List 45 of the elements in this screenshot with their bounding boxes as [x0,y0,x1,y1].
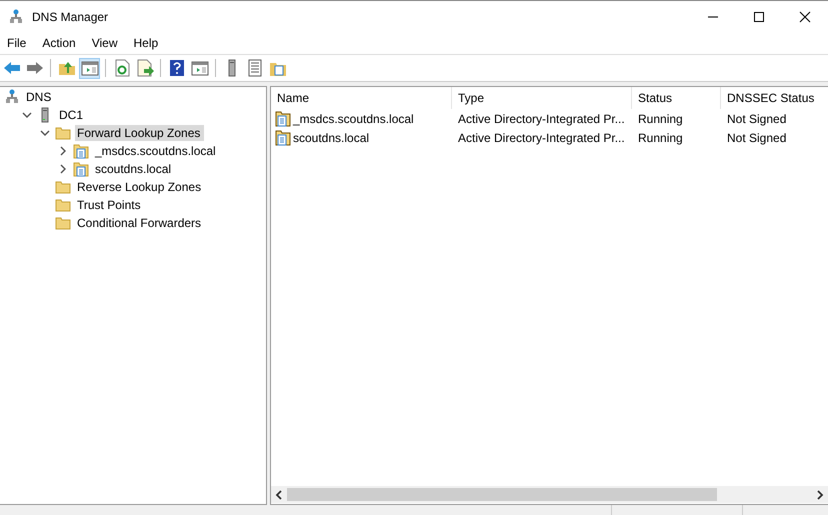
folder-icon [55,125,71,141]
network-icon [4,89,20,105]
menu-item[interactable]: File [2,36,34,50]
pane-icon[interactable] [79,58,100,78]
column-header[interactable]: DNSSEC Status [721,87,827,109]
table-cell-text: Not Signed [726,112,788,126]
table-cell-text: Running [637,130,684,144]
folder-icon [55,197,71,213]
menu-item[interactable]: Help [128,36,166,50]
folder-icon [55,179,71,195]
column-header[interactable]: Status [632,87,721,109]
maximize-icon[interactable] [753,10,765,22]
chevron-icon[interactable] [40,128,50,138]
tree-item[interactable]: DC1 [57,107,88,123]
scroll-left-icon[interactable] [275,490,283,500]
menu-item[interactable]: Action [37,36,83,50]
scrollbar-thumb[interactable] [287,488,717,501]
chevron-icon[interactable] [58,146,68,156]
column-header[interactable]: Type [452,87,632,109]
table-cell-text: Active Directory-Integrated Pr... [457,112,626,126]
tree-item[interactable]: scoutdns.local [93,161,176,177]
folder-document-icon [73,161,89,177]
tree-item[interactable]: Conditional Forwarders [75,215,206,231]
tree-item[interactable]: _msdcs.scoutdns.local [93,143,220,159]
table-cell-text: Running [637,112,684,126]
table-cell: scoutdns.local [293,130,370,144]
folder-document-icon [275,110,291,126]
table-cell: _msdcs.scoutdns.local [293,112,414,126]
chevron-icon[interactable] [58,164,68,174]
chevron-icon[interactable] [22,110,32,120]
dns-icon [8,8,24,24]
menu-item[interactable]: View [86,36,124,50]
scroll-right-icon[interactable] [816,490,824,500]
table-cell-text: Not Signed [726,130,788,144]
tree-item[interactable]: DNS [24,89,56,105]
tree-item[interactable]: Reverse Lookup Zones [75,179,206,195]
folder-document-icon [73,143,89,159]
window-title: DNS Manager [32,10,108,24]
close-icon[interactable] [799,10,811,22]
folder-icon [55,215,71,231]
column-header[interactable]: Name [271,87,452,109]
folder-document-icon [275,130,291,146]
table-cell-text: Active Directory-Integrated Pr... [457,130,626,144]
tree-item[interactable]: Forward Lookup Zones [75,125,204,141]
tree-item[interactable]: Trust Points [75,197,145,213]
